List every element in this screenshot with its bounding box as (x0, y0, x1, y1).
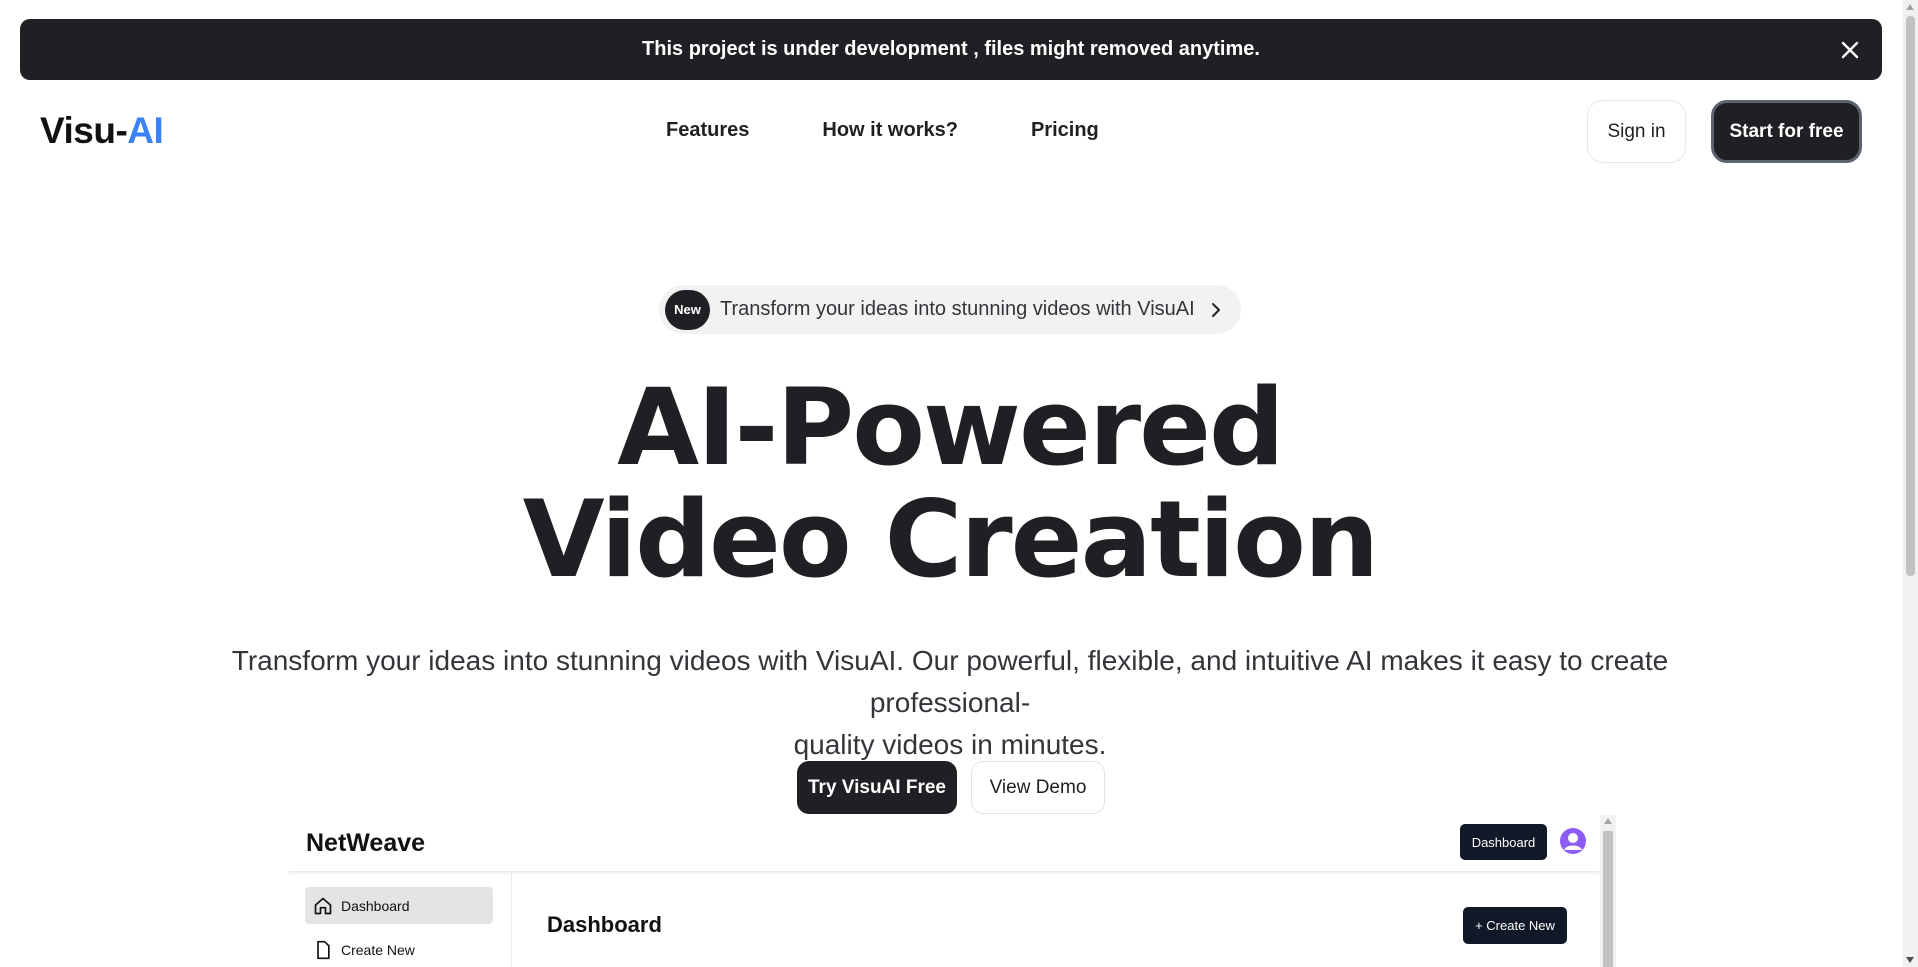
announcement-text: This project is under development , file… (642, 38, 1260, 60)
create-new-button[interactable]: + Create New (1463, 907, 1567, 944)
page-scrollbar-thumb[interactable] (1906, 16, 1915, 576)
chevron-right-icon (1211, 302, 1220, 317)
hero-subtitle-line-2: quality videos in minutes. (793, 729, 1107, 760)
preview-header: NetWeave Dashboard (288, 815, 1600, 871)
announcement-banner: This project is under development , file… (20, 19, 1882, 80)
hero-subtitle-line-1: Transform your ideas into stunning video… (231, 645, 1669, 718)
preview-scrollbar-thumb[interactable] (1603, 831, 1613, 967)
pill-text: Transform your ideas into stunning video… (720, 298, 1195, 320)
hero-title: AI-Powered Video Creation (0, 372, 1900, 596)
nav-pricing[interactable]: Pricing (1031, 119, 1099, 142)
hero-title-line-2: Video Creation (522, 478, 1380, 601)
try-free-button[interactable]: Try VisuAI Free (797, 761, 957, 814)
close-icon[interactable] (1838, 38, 1862, 62)
preview-scrollbar[interactable] (1600, 815, 1616, 967)
file-plus-icon (317, 940, 330, 959)
nav-how-it-works[interactable]: How it works? (822, 119, 958, 142)
sidebar-item-dashboard[interactable]: Dashboard (305, 887, 493, 924)
sidebar-item-label: Create New (341, 941, 415, 958)
view-demo-button[interactable]: View Demo (971, 761, 1105, 814)
preview-main-title: Dashboard (547, 912, 662, 937)
sidebar-item-create-new[interactable]: Create New (305, 931, 493, 967)
page-scrollbar[interactable] (1903, 0, 1918, 967)
sidebar-item-label: Dashboard (341, 897, 410, 914)
preview-sidebar: Dashboard Create New (288, 873, 512, 967)
scroll-up-arrow-icon[interactable] (1604, 818, 1612, 824)
logo-accent: AI (127, 110, 164, 151)
preview-dashboard-button[interactable]: Dashboard (1460, 824, 1547, 860)
sign-in-button[interactable]: Sign in (1587, 100, 1686, 163)
preview-brand: NetWeave (306, 829, 426, 857)
main-nav: Features How it works? Pricing (666, 119, 1099, 142)
announcement-pill[interactable]: New Transform your ideas into stunning v… (659, 285, 1241, 334)
hero-title-line-1: AI-Powered (617, 366, 1285, 489)
home-icon (314, 897, 332, 914)
start-for-free-button[interactable]: Start for free (1711, 100, 1862, 163)
logo[interactable]: Visu-AI (40, 110, 164, 152)
new-badge: New (665, 289, 710, 330)
logo-text: Visu- (40, 110, 128, 151)
landing-page: This project is under development , file… (0, 0, 1918, 967)
nav-features[interactable]: Features (666, 119, 749, 142)
scroll-down-arrow-icon[interactable] (1906, 957, 1914, 963)
app-preview: NetWeave Dashboard Dashboard Create New (288, 815, 1616, 967)
hero-subtitle: Transform your ideas into stunning video… (150, 640, 1750, 766)
scroll-up-arrow-icon[interactable] (1906, 4, 1914, 10)
avatar-icon[interactable] (1559, 827, 1587, 855)
